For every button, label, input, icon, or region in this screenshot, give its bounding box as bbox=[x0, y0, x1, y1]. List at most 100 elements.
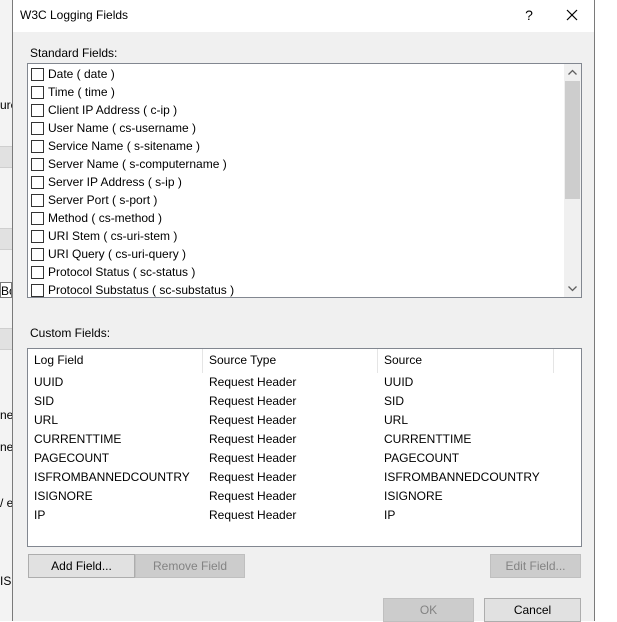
dialog-title: W3C Logging Fields bbox=[20, 8, 129, 22]
standard-field-checkbox[interactable] bbox=[31, 122, 44, 135]
source-type-cell: Request Header bbox=[209, 375, 297, 389]
standard-field-item[interactable]: URI Query ( cs-uri-query ) bbox=[29, 246, 564, 264]
log-field-cell: SID bbox=[34, 394, 55, 408]
source-cell: ISIGNORE bbox=[384, 489, 443, 503]
standard-field-item[interactable]: Service Name ( s-sitename ) bbox=[29, 138, 564, 156]
standard-field-label: Service Name ( s-sitename ) bbox=[48, 139, 201, 153]
standard-field-item[interactable]: Server IP Address ( s-ip ) bbox=[29, 174, 564, 192]
standard-field-item[interactable]: Server Name ( s-computername ) bbox=[29, 156, 564, 174]
source-type-cell: Request Header bbox=[209, 470, 297, 484]
background-text: IS bbox=[0, 574, 12, 588]
source-cell: URL bbox=[384, 413, 409, 427]
table-row[interactable]: IP Request Header IP bbox=[28, 506, 581, 525]
background-control bbox=[0, 146, 12, 168]
table-row[interactable]: PAGECOUNT Request Header PAGECOUNT bbox=[28, 449, 581, 468]
source-type-cell: Request Header bbox=[209, 489, 297, 503]
standard-field-checkbox[interactable] bbox=[31, 284, 44, 297]
dialog-content: Standard Fields: Date ( date ) Time ( tim… bbox=[13, 32, 594, 622]
standard-field-item[interactable]: Method ( cs-method ) bbox=[29, 210, 564, 228]
standard-fields-label: Standard Fields: bbox=[30, 46, 118, 60]
chevron-up-icon bbox=[568, 69, 577, 75]
standard-field-label: URI Stem ( cs-uri-stem ) bbox=[48, 229, 178, 243]
standard-field-checkbox[interactable] bbox=[31, 230, 44, 243]
table-row[interactable]: CURRENTTIME Request Header CURRENTTIME bbox=[28, 430, 581, 449]
log-field-cell: ISIGNORE bbox=[34, 489, 93, 503]
source-cell: PAGECOUNT bbox=[384, 451, 460, 465]
standard-field-item[interactable]: Client IP Address ( c-ip ) bbox=[29, 102, 564, 120]
custom-fields-label: Custom Fields: bbox=[30, 326, 111, 340]
source-type-cell: Request Header bbox=[209, 432, 297, 446]
source-cell: UUID bbox=[384, 375, 414, 389]
standard-field-item[interactable]: Server Port ( s-port ) bbox=[29, 192, 564, 210]
background-text: ure bbox=[0, 98, 12, 112]
standard-field-checkbox[interactable] bbox=[31, 86, 44, 99]
table-row[interactable]: SID Request Header SID bbox=[28, 392, 581, 411]
standard-field-label: Server IP Address ( s-ip ) bbox=[48, 175, 182, 189]
add-field-button[interactable]: Add Field... bbox=[28, 554, 135, 578]
log-field-cell: CURRENTTIME bbox=[34, 432, 122, 446]
background-control bbox=[0, 228, 12, 250]
standard-field-label: Protocol Status ( sc-status ) bbox=[48, 265, 196, 279]
edit-field-button[interactable]: Edit Field... bbox=[490, 554, 581, 578]
standard-fields-list[interactable]: Date ( date ) Time ( time ) Client IP Addr… bbox=[27, 63, 582, 298]
table-row[interactable]: UUID Request Header UUID bbox=[28, 373, 581, 392]
source-cell: CURRENTTIME bbox=[384, 432, 472, 446]
help-button[interactable]: ? bbox=[521, 5, 537, 25]
table-row[interactable]: URL Request Header URL bbox=[28, 411, 581, 430]
source-type-cell: Request Header bbox=[209, 413, 297, 427]
ok-button[interactable]: OK bbox=[383, 598, 474, 622]
background-text: ne bbox=[0, 440, 12, 454]
standard-field-checkbox[interactable] bbox=[31, 140, 44, 153]
standard-field-item[interactable]: Protocol Substatus ( sc-substatus ) bbox=[29, 282, 564, 297]
source-type-cell: Request Header bbox=[209, 394, 297, 408]
title-bar[interactable]: W3C Logging Fields ? bbox=[13, 0, 594, 30]
remove-field-button[interactable]: Remove Field bbox=[135, 554, 245, 578]
background-text: ne bbox=[0, 408, 12, 422]
table-row[interactable]: ISIGNORE Request Header ISIGNORE bbox=[28, 487, 581, 506]
standard-field-item[interactable]: URI Stem ( cs-uri-stem ) bbox=[29, 228, 564, 246]
standard-field-item[interactable]: Date ( date ) bbox=[29, 66, 564, 84]
standard-field-item[interactable]: Protocol Status ( sc-status ) bbox=[29, 264, 564, 282]
column-header-source-type[interactable]: Source Type bbox=[203, 349, 378, 373]
standard-field-item[interactable]: User Name ( cs-username ) bbox=[29, 120, 564, 138]
standard-field-checkbox[interactable] bbox=[31, 212, 44, 225]
log-field-cell: PAGECOUNT bbox=[34, 451, 110, 465]
source-type-cell: Request Header bbox=[209, 451, 297, 465]
source-cell: IP bbox=[384, 508, 396, 522]
table-row[interactable]: ISFROMBANNEDCOUNTRY Request Header ISFROMB… bbox=[28, 468, 581, 487]
standard-field-item[interactable]: Time ( time ) bbox=[29, 84, 564, 102]
standard-field-label: Protocol Substatus ( sc-substatus ) bbox=[48, 283, 235, 297]
scrollbar-thumb[interactable] bbox=[565, 81, 580, 199]
standard-field-checkbox[interactable] bbox=[31, 104, 44, 117]
chevron-down-icon bbox=[568, 286, 577, 292]
column-header-source[interactable]: Source bbox=[378, 349, 554, 373]
custom-fields-table[interactable]: Log Field Source Type Source UUID Request… bbox=[27, 348, 582, 547]
scroll-up-arrow[interactable] bbox=[564, 64, 581, 81]
standard-field-checkbox[interactable] bbox=[31, 266, 44, 279]
standard-fields-scrollbar[interactable] bbox=[564, 64, 581, 297]
standard-field-label: Method ( cs-method ) bbox=[48, 211, 163, 225]
source-type-cell: Request Header bbox=[209, 508, 297, 522]
standard-field-label: URI Query ( cs-uri-query ) bbox=[48, 247, 187, 261]
background-text: / e bbox=[0, 496, 12, 510]
column-header-log-field[interactable]: Log Field bbox=[28, 349, 203, 373]
log-field-cell: URL bbox=[34, 413, 59, 427]
standard-field-label: Date ( date ) bbox=[48, 67, 115, 81]
log-field-cell: IP bbox=[34, 508, 46, 522]
w3c-logging-fields-dialog: W3C Logging Fields ? Standard Fields: Da… bbox=[12, 0, 595, 622]
close-button[interactable] bbox=[561, 4, 583, 26]
standard-field-checkbox[interactable] bbox=[31, 176, 44, 189]
standard-field-checkbox[interactable] bbox=[31, 248, 44, 261]
scroll-down-arrow[interactable] bbox=[564, 280, 581, 297]
standard-field-label: User Name ( cs-username ) bbox=[48, 121, 197, 135]
standard-field-label: Server Name ( s-computername ) bbox=[48, 157, 227, 171]
cancel-button[interactable]: Cancel bbox=[484, 598, 581, 622]
standard-field-checkbox[interactable] bbox=[31, 194, 44, 207]
standard-field-checkbox[interactable] bbox=[31, 68, 44, 81]
log-field-cell: ISFROMBANNEDCOUNTRY bbox=[34, 470, 190, 484]
source-cell: SID bbox=[384, 394, 405, 408]
standard-field-checkbox[interactable] bbox=[31, 158, 44, 171]
background-window bbox=[0, 0, 12, 621]
background-control bbox=[0, 328, 12, 350]
standard-field-label: Client IP Address ( c-ip ) bbox=[48, 103, 178, 117]
